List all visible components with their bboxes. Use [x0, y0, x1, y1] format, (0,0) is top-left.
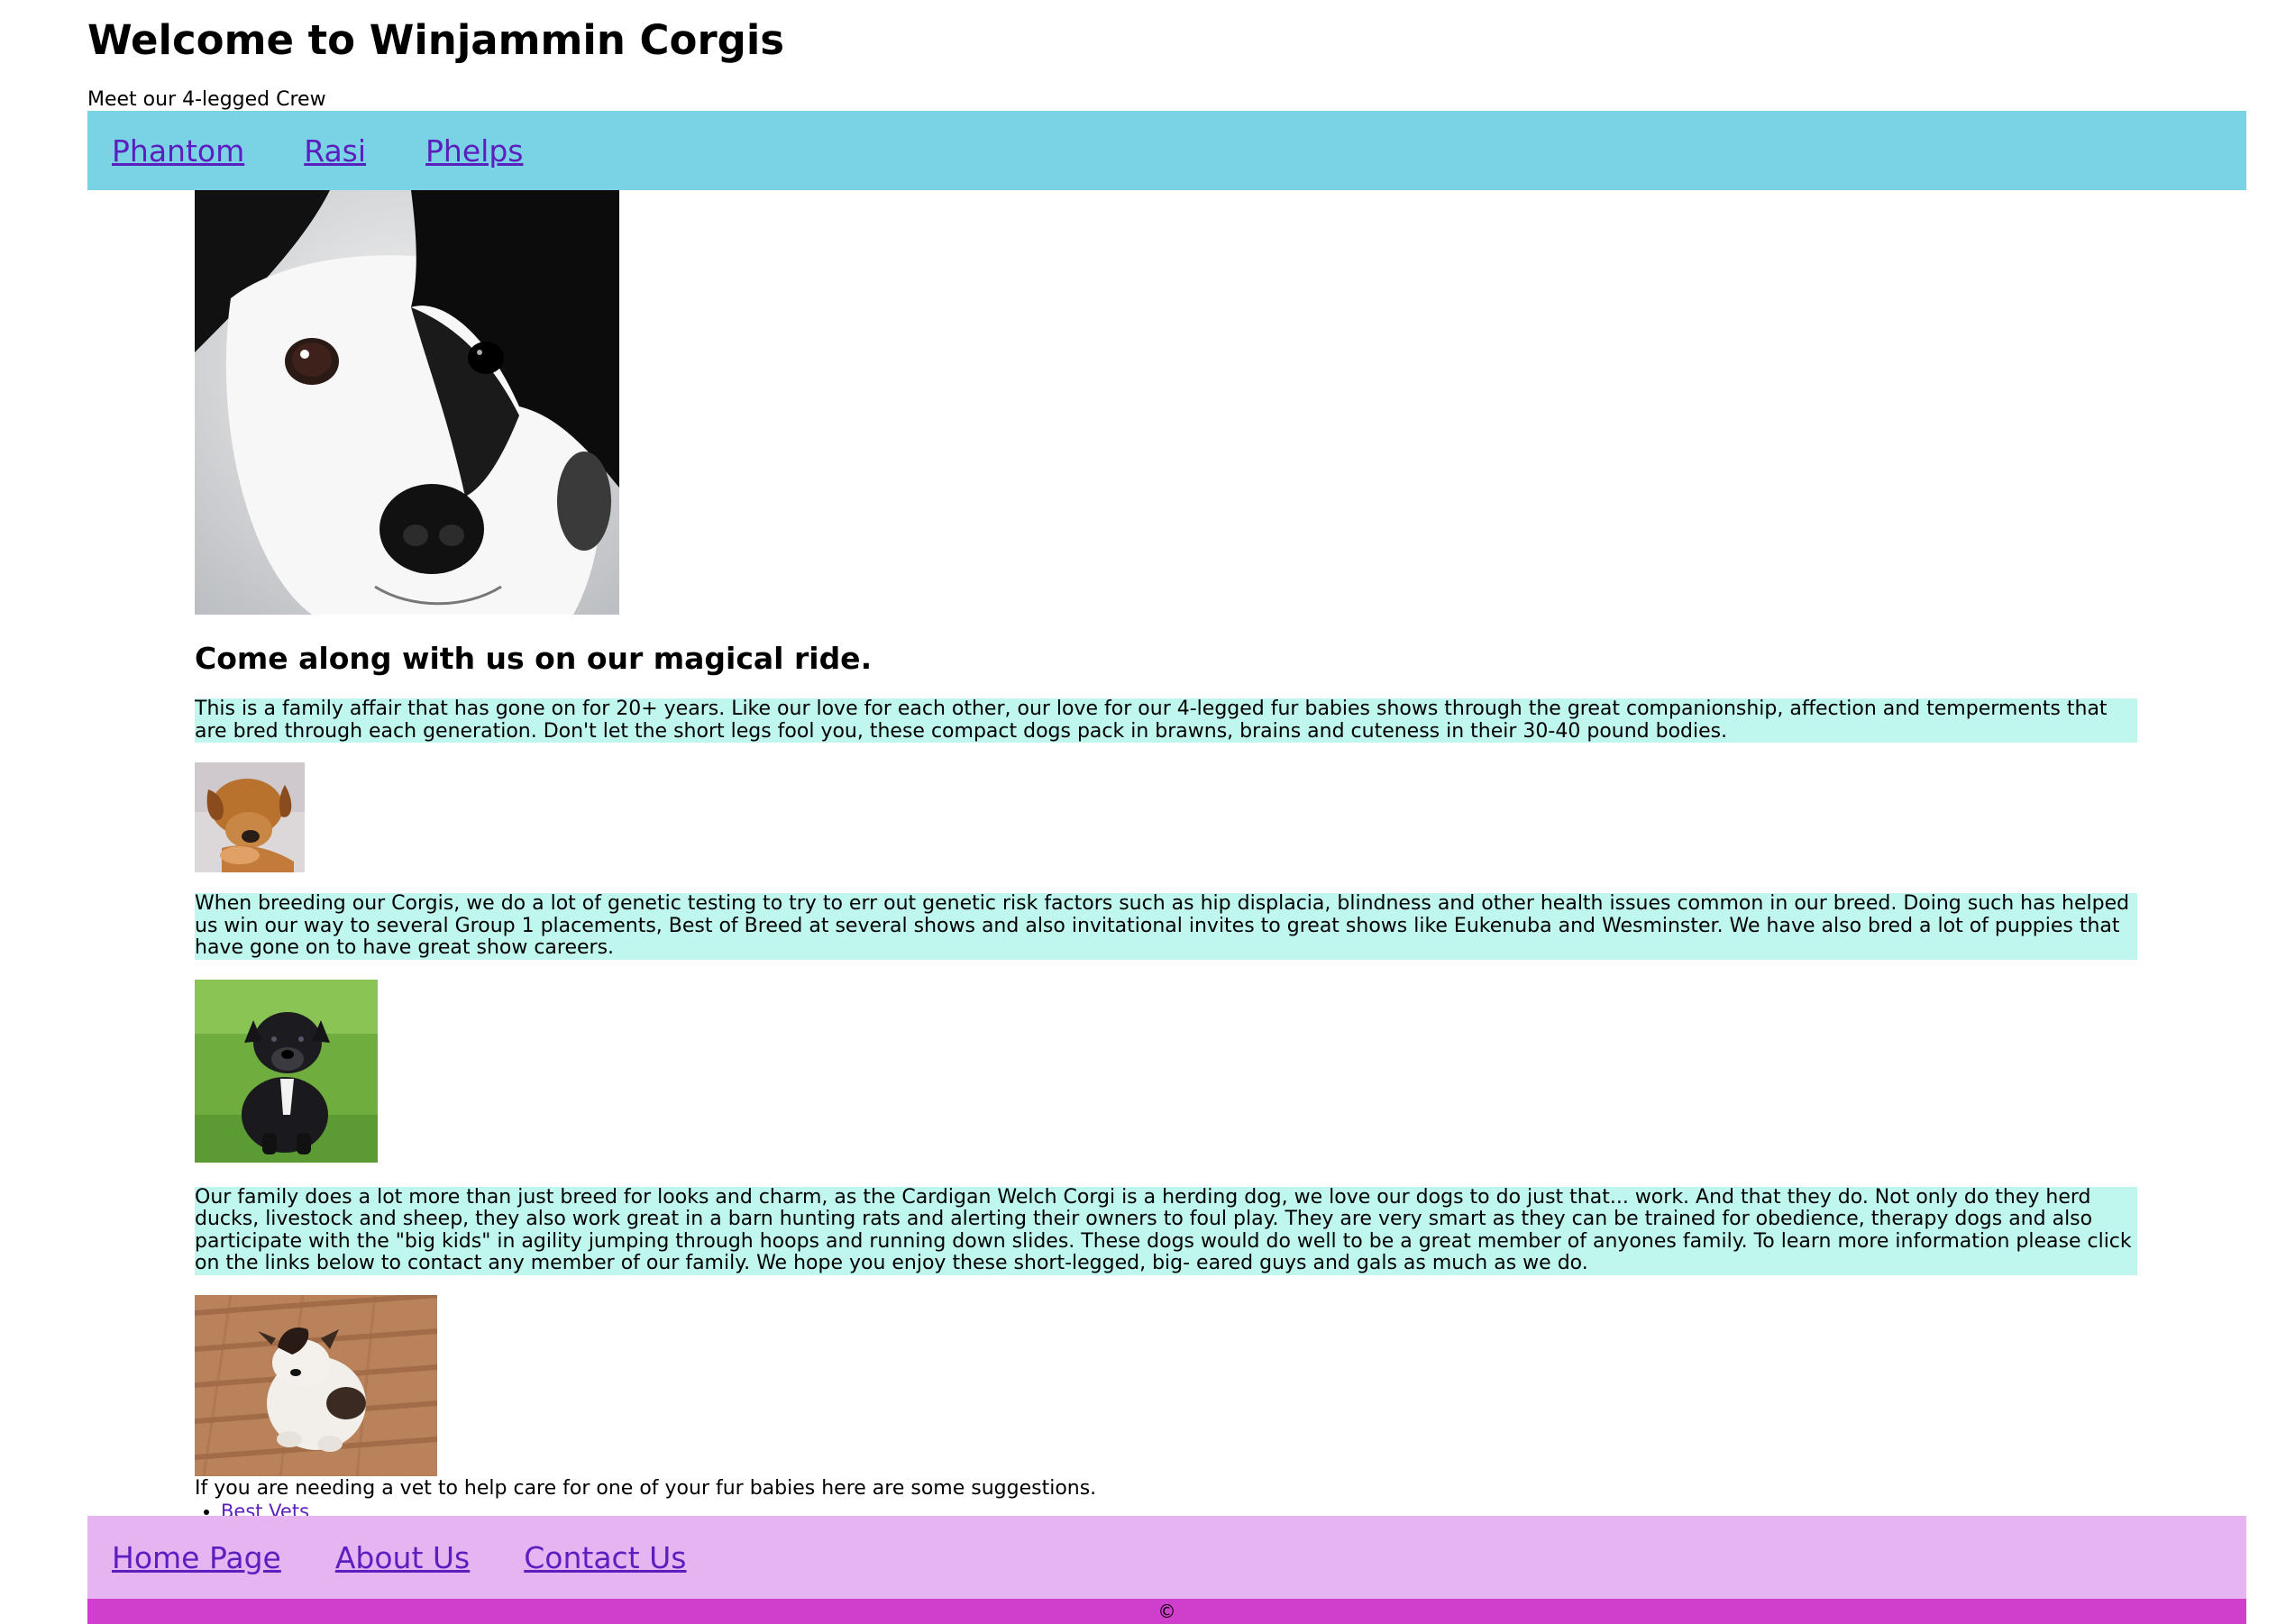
hero-dog-photo: [195, 190, 619, 615]
nav-link-phantom[interactable]: Phantom: [112, 133, 244, 169]
footer-nav-bar: Home Page About Us Contact Us: [87, 1516, 2246, 1599]
herding-paragraph: Our family does a lot more than just bre…: [195, 1186, 2137, 1275]
section-heading: Come along with us on our magical ride.: [195, 641, 873, 676]
footer-link-about[interactable]: About Us: [335, 1540, 470, 1575]
brown-puppy-photo: [195, 762, 305, 872]
vet-intro-text: If you are needing a vet to help care fo…: [195, 1476, 1097, 1500]
copyright-bar: ©: [87, 1599, 2246, 1624]
site-subtitle: Meet our 4-legged Crew: [87, 88, 326, 111]
nav-link-phelps[interactable]: Phelps: [425, 133, 523, 169]
footer-link-contact[interactable]: Contact Us: [524, 1540, 686, 1575]
copyright-symbol: ©: [1157, 1601, 1176, 1622]
puppy-on-wood-floor-photo: [195, 1294, 437, 1476]
site-title: Welcome to Winjammin Corgis: [87, 16, 785, 64]
footer-link-home[interactable]: Home Page: [112, 1540, 281, 1575]
intro-paragraph: This is a family affair that has gone on…: [195, 698, 2137, 743]
main-content: Come along with us on our magical ride. …: [195, 190, 2137, 1523]
black-puppy-on-grass-photo: [195, 979, 378, 1163]
breeding-paragraph: When breeding our Corgis, we do a lot of…: [195, 892, 2137, 960]
dog-nav-bar: Phantom Rasi Phelps: [87, 111, 2246, 190]
nav-link-rasi[interactable]: Rasi: [304, 133, 366, 169]
